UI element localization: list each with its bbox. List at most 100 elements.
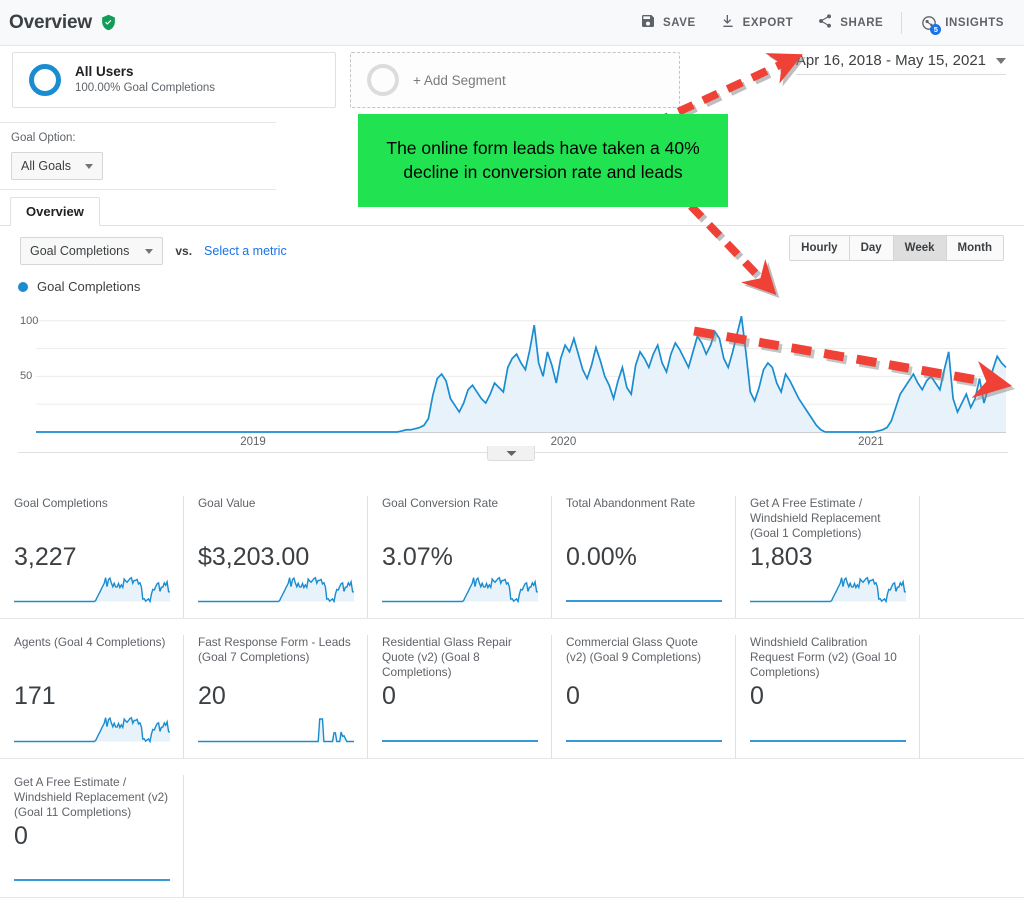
metric-card-value: 0 bbox=[382, 682, 396, 711]
chart-xtick-2021: 2021 bbox=[858, 436, 884, 448]
metric-card-sparkline bbox=[750, 715, 906, 745]
metric-card[interactable]: Fast Response Form - Leads (Goal 7 Compl… bbox=[184, 635, 368, 758]
metric-card-value: 171 bbox=[14, 682, 56, 711]
chart-xtick-2019: 2019 bbox=[240, 436, 266, 448]
insights-badge: 5 bbox=[930, 23, 942, 35]
insights-icon: 5 bbox=[920, 14, 942, 35]
metric-card[interactable]: Get A Free Estimate / Windshield Replace… bbox=[736, 496, 920, 619]
page-header: Overview SAVE EXPORT SHARE 5 INSIGHTS bbox=[0, 0, 1024, 46]
metric-card[interactable]: Get A Free Estimate / Windshield Replace… bbox=[0, 774, 184, 897]
legend-color-dot bbox=[18, 281, 28, 292]
sparkline bbox=[198, 717, 354, 742]
chevron-down-icon bbox=[996, 57, 1006, 64]
sparkline bbox=[750, 576, 906, 604]
card-row-filler bbox=[184, 775, 1024, 897]
metric-card-row: Agents (Goal 4 Completions) 171 Fast Respo… bbox=[0, 619, 1024, 759]
goal-option-value: All Goals bbox=[21, 159, 72, 173]
metric-card[interactable]: Goal Completions 3,227 bbox=[0, 496, 184, 619]
metric-card-value: 20 bbox=[198, 682, 226, 711]
export-button[interactable]: EXPORT bbox=[708, 7, 806, 38]
metric-card-sparkline bbox=[14, 715, 170, 745]
metric-card[interactable]: Windshield Calibration Request Form (v2)… bbox=[736, 635, 920, 758]
metric-card-value: 0 bbox=[566, 682, 580, 711]
metric-card-title: Goal Conversion Rate bbox=[382, 496, 499, 510]
tab-overview-label: Overview bbox=[26, 204, 84, 219]
goal-option-dropdown[interactable]: All Goals bbox=[11, 152, 104, 180]
segment-all-users[interactable]: All Users 100.00% Goal Completions bbox=[12, 52, 336, 108]
vs-label: vs. bbox=[175, 244, 193, 258]
chart-collapse-handle[interactable] bbox=[487, 446, 535, 461]
date-range-picker[interactable]: Apr 16, 2018 - May 15, 2021 bbox=[795, 52, 1006, 75]
granularity-day[interactable]: Day bbox=[849, 236, 894, 260]
share-button[interactable]: SHARE bbox=[805, 7, 895, 38]
toolbar-divider bbox=[901, 11, 903, 34]
insights-button[interactable]: 5 INSIGHTS bbox=[908, 8, 1016, 38]
metric-card-sparkline bbox=[566, 715, 722, 745]
segment-ring-icon bbox=[29, 64, 61, 96]
chevron-down-icon bbox=[145, 248, 154, 254]
add-segment-ring-icon bbox=[367, 64, 399, 96]
sparkline bbox=[566, 739, 722, 742]
metric-card-sparkline bbox=[14, 575, 170, 605]
sparkline bbox=[382, 739, 538, 742]
chart-ytick-100: 100 bbox=[20, 314, 39, 327]
granularity-month[interactable]: Month bbox=[946, 236, 1003, 260]
chevron-down-icon bbox=[85, 163, 94, 169]
metric-card-sparkline bbox=[566, 575, 722, 605]
sparkline bbox=[566, 600, 722, 603]
select-secondary-metric-link[interactable]: Select a metric bbox=[204, 244, 287, 258]
share-icon bbox=[817, 13, 833, 32]
chart-ytick-50: 50 bbox=[20, 370, 33, 383]
primary-metric-dropdown[interactable]: Goal Completions bbox=[20, 237, 164, 265]
metric-card-value: 1,803 bbox=[750, 543, 813, 571]
metric-card-title: Agents (Goal 4 Completions) bbox=[14, 635, 166, 650]
date-range-value: Apr 16, 2018 - May 15, 2021 bbox=[795, 52, 986, 69]
metric-card-value: 0 bbox=[14, 821, 28, 850]
metric-card[interactable]: Residential Glass Repair Quote (v2) (Goa… bbox=[368, 635, 552, 758]
export-label: EXPORT bbox=[742, 16, 794, 29]
header-actions: SAVE EXPORT SHARE 5 INSIGHTS bbox=[628, 7, 1024, 38]
verified-shield-icon bbox=[100, 14, 117, 31]
sparkline bbox=[382, 576, 538, 604]
export-download-icon bbox=[720, 13, 736, 32]
add-segment-label: + Add Segment bbox=[413, 72, 506, 88]
metric-card-title: Goal Value bbox=[198, 496, 256, 510]
chevron-down-icon bbox=[506, 444, 517, 462]
metric-card-value: 3,227 bbox=[14, 543, 77, 571]
metric-card[interactable]: Total Abandonment Rate 0.00% bbox=[552, 496, 736, 619]
metric-card-row: Goal Completions 3,227 Goal Value $3,203.00… bbox=[0, 480, 1024, 620]
sparkline bbox=[14, 576, 170, 604]
metric-card-sparkline bbox=[750, 575, 906, 605]
chart-legend: Goal Completions bbox=[18, 279, 140, 294]
granularity-hourly[interactable]: Hourly bbox=[790, 236, 850, 260]
share-label: SHARE bbox=[840, 16, 884, 29]
segment-title: All Users bbox=[75, 63, 134, 79]
metric-card-value: $3,203.00 bbox=[198, 543, 310, 571]
metric-card-value: 0.00% bbox=[566, 543, 637, 571]
metric-card-sparkline bbox=[382, 715, 538, 745]
chart-xtick-2020: 2020 bbox=[550, 436, 577, 448]
page-title: Overview bbox=[9, 11, 92, 33]
legend-label: Goal Completions bbox=[37, 279, 141, 294]
metric-card-value: 3.07% bbox=[382, 543, 453, 571]
sparkline bbox=[750, 739, 906, 742]
chart-area-fill bbox=[36, 316, 1006, 432]
granularity-week[interactable]: Week bbox=[893, 236, 947, 260]
metric-card-title: Get A Free Estimate / Windshield Replace… bbox=[14, 774, 169, 819]
metric-card[interactable]: Agents (Goal 4 Completions) 171 bbox=[0, 635, 184, 758]
granularity-selector: Hourly Day Week Month bbox=[789, 235, 1004, 261]
metric-card-title: Windshield Calibration Request Form (v2)… bbox=[750, 635, 897, 680]
metric-card[interactable]: Goal Value $3,203.00 bbox=[184, 496, 368, 619]
goal-completions-chart[interactable]: 100 50 2019 2020 2021 bbox=[18, 298, 1008, 453]
metric-card[interactable]: Commercial Glass Quote (v2) (Goal 9 Comp… bbox=[552, 635, 736, 758]
annotation-callout: The online form leads have taken a 40% d… bbox=[358, 114, 728, 207]
sparkline bbox=[198, 576, 354, 604]
metric-card[interactable]: Goal Conversion Rate 3.07% bbox=[368, 496, 552, 619]
metric-cards: Goal Completions 3,227 Goal Value $3,203.00… bbox=[0, 480, 1024, 898]
segment-subtitle: 100.00% Goal Completions bbox=[75, 82, 215, 95]
add-segment-button[interactable]: + Add Segment bbox=[350, 52, 680, 108]
save-button[interactable]: SAVE bbox=[628, 7, 708, 38]
tab-overview[interactable]: Overview bbox=[10, 197, 100, 226]
metric-card-title: Commercial Glass Quote (v2) (Goal 9 Comp… bbox=[566, 635, 702, 665]
metric-card-title: Residential Glass Repair Quote (v2) (Goa… bbox=[382, 635, 512, 680]
